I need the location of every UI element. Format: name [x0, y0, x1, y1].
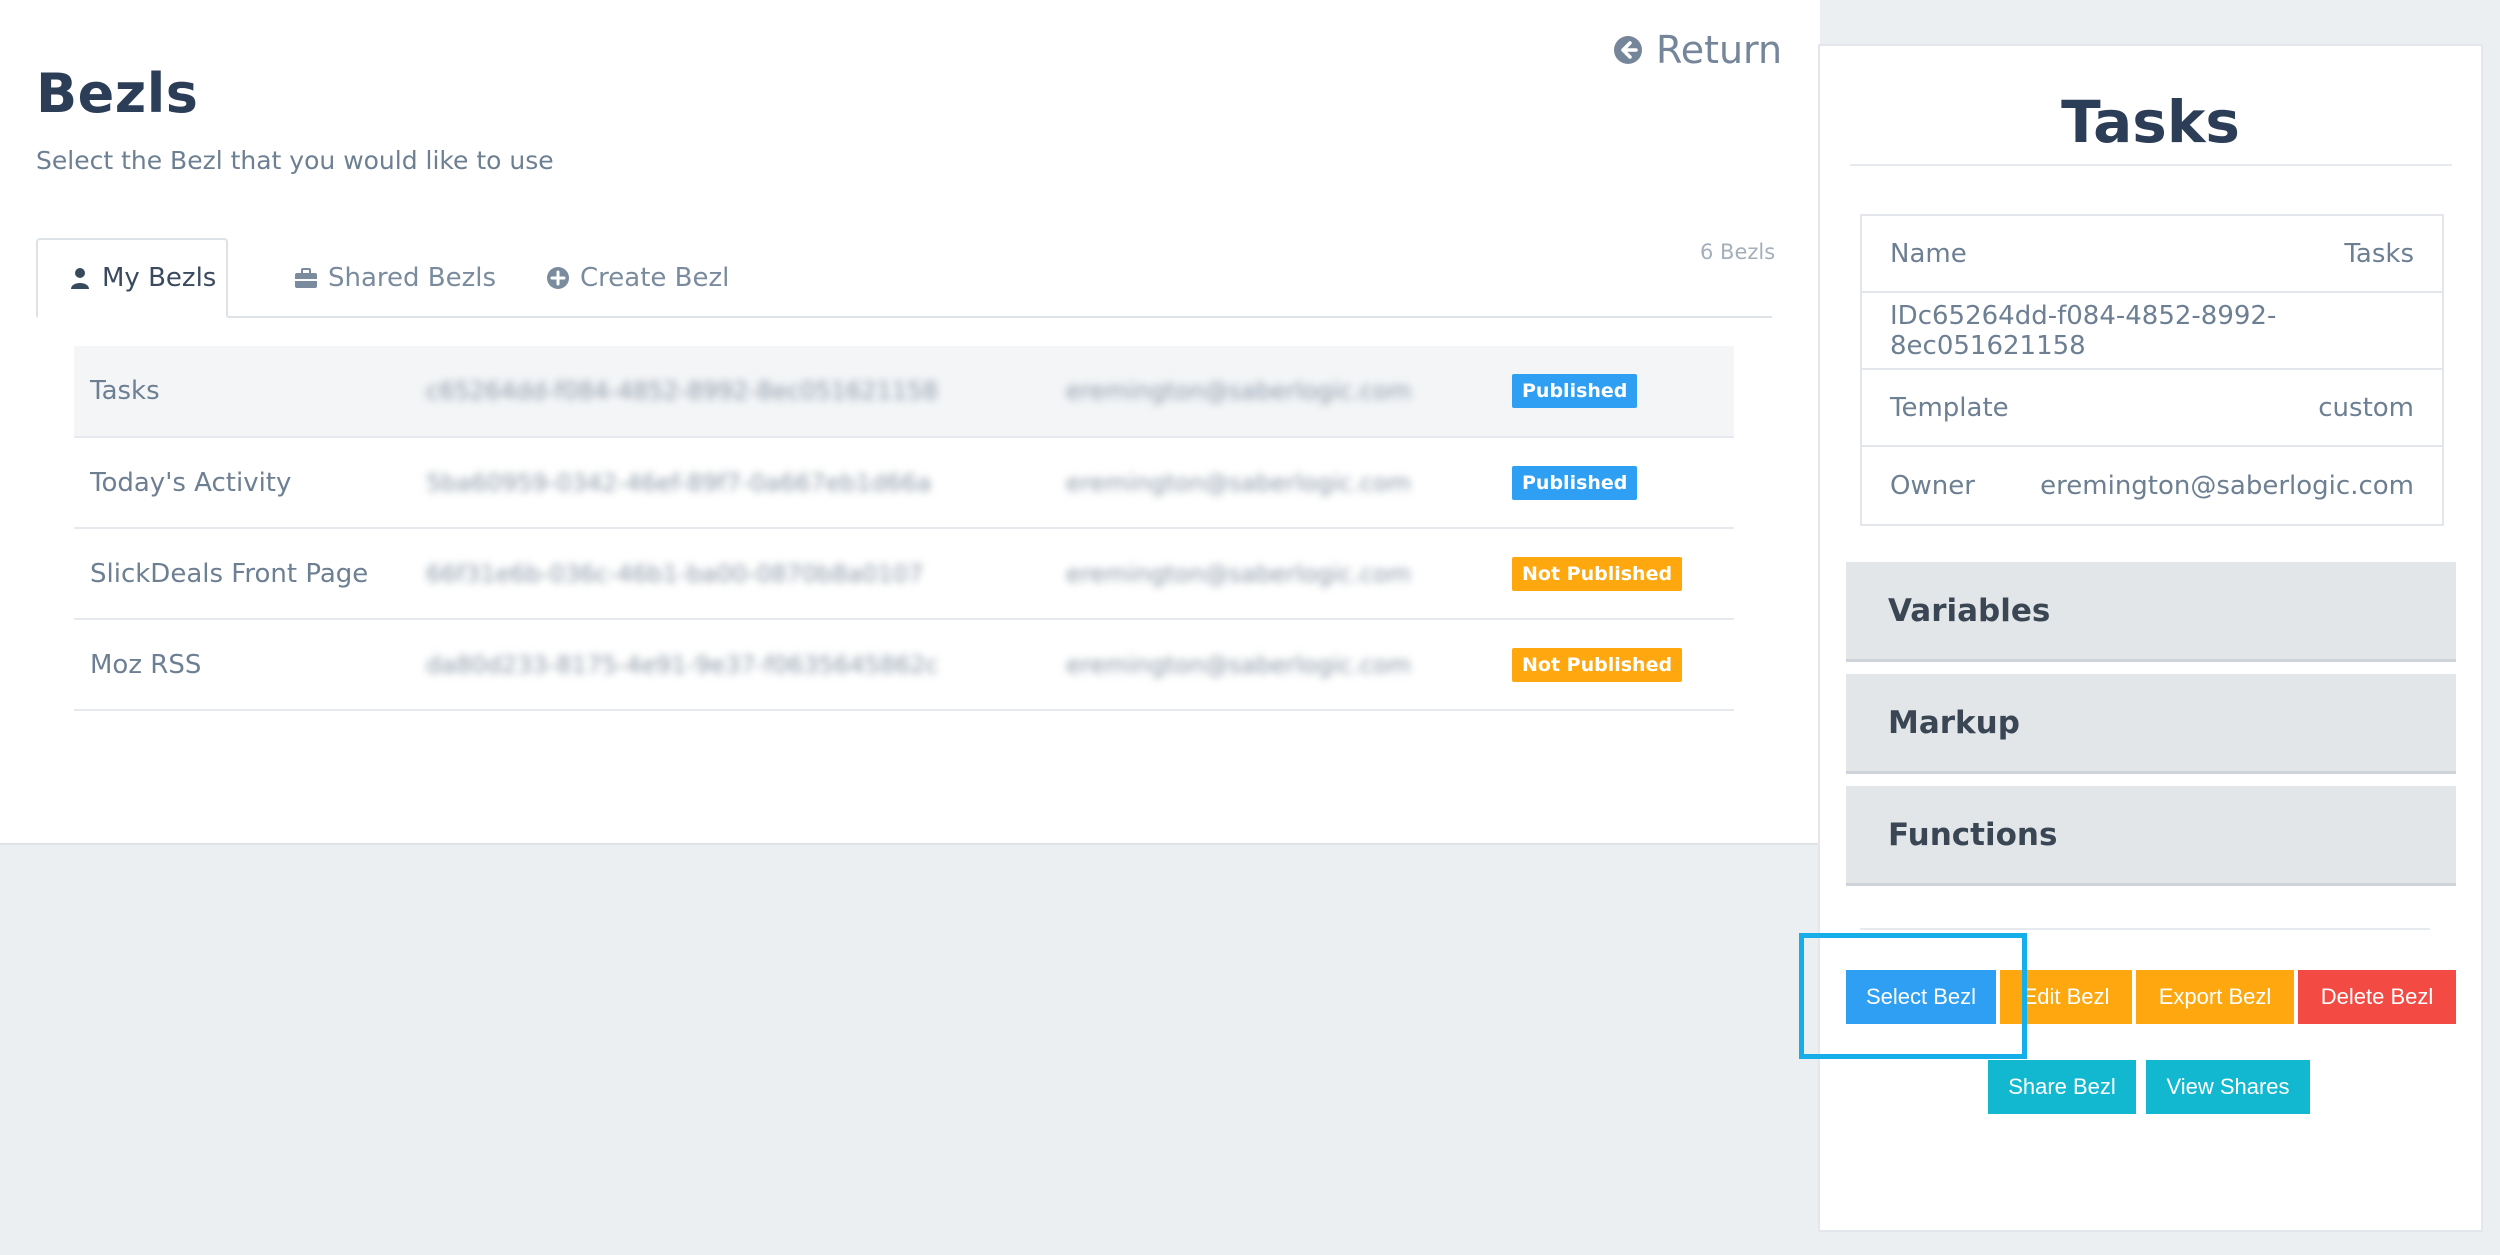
bezl-status: Published [1424, 346, 1734, 437]
variables-section[interactable]: Variables [1846, 562, 2456, 662]
bezl-id: c65264dd-f084-4852-8992-8ec051621158 [414, 346, 1054, 437]
bezl-id-text: 66f31e6b-036c-46b1-ba00-0870b8a0107 [426, 559, 924, 588]
status-badge: Published [1512, 374, 1638, 408]
select-bezl-button[interactable]: Select Bezl [1846, 970, 1996, 1024]
bezl-id: da80d233-8175-4e91-9e37-f0635645862c [414, 619, 1054, 710]
bezl-status: Published [1424, 437, 1734, 528]
tab-shared-bezls[interactable]: Shared Bezls [262, 238, 528, 318]
status-badge: Not Published [1512, 647, 1683, 682]
info-label: Template [1890, 392, 2009, 423]
arrow-circle-left-icon [1614, 36, 1642, 64]
tab-my-bezls[interactable]: My Bezls [36, 238, 228, 318]
bezl-name: SlickDeals Front Page [90, 558, 369, 589]
bezl-name: Tasks [90, 376, 160, 406]
bezl-status: Not Published [1424, 528, 1734, 619]
status-badge: Published [1512, 465, 1638, 500]
bezl-id-text: da80d233-8175-4e91-9e37-f0635645862c [426, 650, 939, 679]
bezl-tabs: My Bezls Shared Bezls Create Bezl [36, 238, 1772, 318]
bezl-owner: eremington@saberlogic.com [1054, 528, 1424, 619]
bezl-owner: eremington@saberlogic.com [1054, 437, 1424, 528]
page-title: Bezls [36, 62, 199, 125]
edit-bezl-button[interactable]: Edit Bezl [2000, 970, 2132, 1024]
info-label: Owner [1890, 470, 1975, 501]
table-row[interactable]: Moz RSS da80d233-8175-4e91-9e37-f0635645… [74, 619, 1734, 710]
export-bezl-button[interactable]: Export Bezl [2136, 970, 2294, 1024]
return-link[interactable]: Return [1612, 28, 1782, 72]
bezl-name: Moz RSS [90, 649, 202, 680]
info-row-id: IDc65264dd-f084-4852-8992-8ec051621158 [1862, 293, 2442, 370]
bezl-owner-text: eremington@saberlogic.com [1066, 559, 1412, 588]
bezl-id: 5ba60959-0342-46ef-89f7-0a667eb1d66a [414, 437, 1054, 528]
info-id-line: IDc65264dd-f084-4852-8992-8ec051621158 [1890, 300, 2277, 361]
tab-label: My Bezls [102, 263, 217, 293]
user-icon [71, 268, 89, 289]
divider [1850, 164, 2452, 166]
bezl-owner-text: eremington@saberlogic.com [1066, 377, 1412, 405]
delete-bezl-button[interactable]: Delete Bezl [2298, 970, 2456, 1024]
briefcase-icon [295, 268, 317, 288]
bezl-owner: eremington@saberlogic.com [1054, 619, 1424, 710]
return-label: Return [1656, 28, 1783, 72]
table-row[interactable]: Today's Activity 5ba60959-0342-46ef-89f7… [74, 437, 1734, 528]
info-row-name: Name Tasks [1862, 216, 2442, 293]
table-row[interactable]: SlickDeals Front Page 66f31e6b-036c-46b1… [74, 528, 1734, 619]
bezl-owner-text: eremington@saberlogic.com [1066, 650, 1412, 679]
bezl-detail-panel: Tasks Name Tasks IDc65264dd-f084-4852-89… [1818, 44, 2483, 1232]
info-row-template: Template custom [1862, 370, 2442, 447]
detail-title: Tasks [2061, 88, 2240, 156]
bezl-table: Tasks c65264dd-f084-4852-8992-8ec0516211… [74, 346, 1734, 711]
plus-circle-icon [547, 267, 569, 289]
view-shares-button[interactable]: View Shares [2146, 1060, 2310, 1114]
info-value: eremington@saberlogic.com [2040, 470, 2414, 501]
info-label: Name [1890, 238, 1967, 269]
tab-label: Shared Bezls [328, 263, 497, 293]
info-row-owner: Owner eremington@saberlogic.com [1862, 447, 2442, 524]
status-badge: Not Published [1512, 556, 1683, 591]
table-row[interactable]: Tasks c65264dd-f084-4852-8992-8ec0516211… [74, 346, 1734, 437]
bezl-list-panel: Bezls Select the Bezl that you would lik… [0, 0, 1820, 845]
page-subtitle: Select the Bezl that you would like to u… [36, 146, 554, 175]
bezl-info-table: Name Tasks IDc65264dd-f084-4852-8992-8ec… [1860, 214, 2444, 526]
bezl-id-text: c65264dd-f084-4852-8992-8ec051621158 [426, 377, 938, 405]
info-value: Tasks [2344, 238, 2414, 269]
tab-create-bezl[interactable]: Create Bezl [514, 238, 761, 318]
bezl-owner-text: eremington@saberlogic.com [1066, 468, 1412, 497]
divider [1860, 928, 2430, 930]
info-value: custom [2318, 392, 2414, 423]
bezl-id: 66f31e6b-036c-46b1-ba00-0870b8a0107 [414, 528, 1054, 619]
tab-label: Create Bezl [580, 263, 730, 293]
markup-section[interactable]: Markup [1846, 674, 2456, 774]
bezl-id-text: 5ba60959-0342-46ef-89f7-0a667eb1d66a [426, 468, 932, 497]
share-bezl-button[interactable]: Share Bezl [1988, 1060, 2136, 1114]
bezl-status: Not Published [1424, 619, 1734, 710]
bezl-owner: eremington@saberlogic.com [1054, 346, 1424, 437]
bezl-name: Today's Activity [90, 467, 292, 498]
functions-section[interactable]: Functions [1846, 786, 2456, 886]
